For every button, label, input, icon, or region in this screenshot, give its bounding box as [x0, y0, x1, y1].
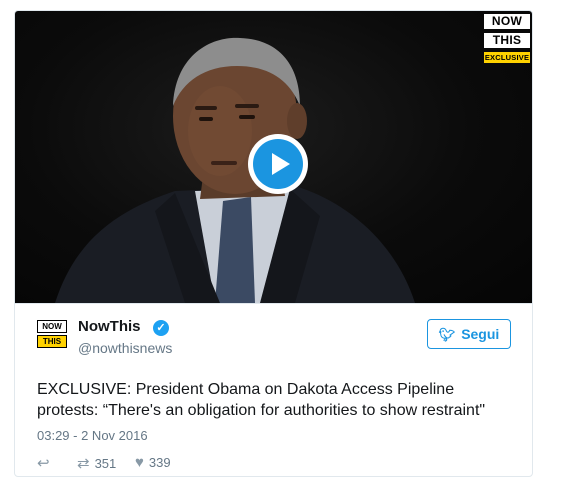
nowthis-logo: NOW THIS EXCLUSIVE: [484, 14, 530, 63]
tweet-body: NOW THIS NowThis ✓ @nowthisnews 🐦︎ Segui …: [15, 303, 532, 476]
logo-exclusive-badge: EXCLUSIVE: [484, 52, 530, 63]
tweet-text: EXCLUSIVE: President Obama on Dakota Acc…: [37, 381, 486, 419]
follow-button[interactable]: 🐦︎ Segui: [427, 319, 511, 349]
account-name[interactable]: NowThis: [78, 318, 141, 335]
avatar[interactable]: NOW THIS: [37, 320, 67, 358]
play-button[interactable]: [248, 134, 308, 194]
like-button[interactable]: ♥ 339: [135, 454, 171, 471]
twitter-bird-icon: 🐦︎: [438, 326, 456, 342]
verified-badge-icon: ✓: [153, 320, 169, 336]
retweet-button[interactable]: ⇄ 351: [77, 454, 116, 472]
logo-this: THIS: [484, 33, 530, 48]
reply-button[interactable]: ↩: [37, 454, 55, 472]
follow-label: Segui: [461, 325, 500, 342]
logo-now: NOW: [484, 14, 530, 29]
play-icon: [253, 139, 303, 189]
tweet-timestamp[interactable]: 03:29 - 2 Nov 2016: [37, 428, 148, 443]
video-player[interactable]: NOW THIS EXCLUSIVE: [15, 11, 532, 303]
retweet-count: 351: [94, 456, 117, 471]
tweet-card: NOW THIS EXCLUSIVE NOW THIS NowThis ✓ @n…: [14, 10, 533, 477]
like-count: 339: [148, 455, 171, 470]
account-handle[interactable]: @nowthisnews: [78, 340, 172, 356]
avatar-this: THIS: [37, 335, 67, 348]
reply-icon: ↩: [37, 455, 50, 472]
retweet-icon: ⇄: [77, 455, 90, 472]
heart-icon: ♥: [135, 454, 144, 471]
avatar-now: NOW: [37, 320, 67, 333]
